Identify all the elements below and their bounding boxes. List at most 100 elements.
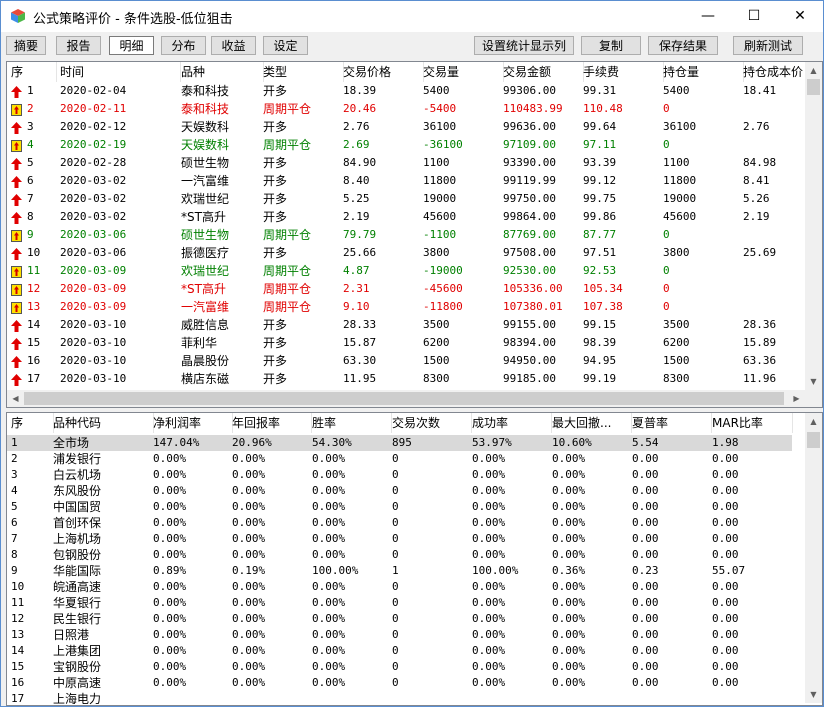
stat-row[interactable]: 4 东风股份 0.00% 0.00% 0.00% 0 0.00% 0.00% 0.00 0.00 <box>7 483 792 499</box>
close-button[interactable]: ✕ <box>777 1 823 32</box>
cell-cost: 84.98 <box>743 156 777 169</box>
stat-row[interactable]: 3 白云机场 0.00% 0.00% 0.00% 0 0.00% 0.00% 0.00 0.00 <box>7 467 792 483</box>
cell-amt: 93390.00 <box>503 156 556 169</box>
tab-summary[interactable]: 摘要 <box>6 36 46 55</box>
stat-cell: 0.00 <box>712 676 739 689</box>
stat-cell: 0.00% <box>232 500 266 513</box>
trade-row[interactable]: 1 2020-02-04 泰和科技 开多 18.39 5400 99306.00 99.31 5… <box>7 82 805 100</box>
stat-row[interactable]: 10 皖通高速 0.00% 0.00% 0.00% 0 0.00% 0.00% 0.00 0.00 <box>7 579 792 595</box>
scroll-down-arrow-icon[interactable]: ▼ <box>805 686 822 703</box>
stat-row[interactable]: 15 宝钢股份 0.00% 0.00% 0.00% 0 0.00% 0.00% 0.00 0.00 <box>7 659 792 675</box>
maximize-button[interactable]: ☐ <box>731 1 777 32</box>
trade-row[interactable]: 9 2020-03-06 硕世生物 周期平仓 79.79 -1100 87769.00 87.… <box>7 226 805 244</box>
cell-vol: 1500 <box>423 354 450 367</box>
cell-pos: 8300 <box>663 372 690 385</box>
trade-row[interactable]: 7 2020-03-02 欢瑞世纪 开多 5.25 19000 99750.00 99.75 1… <box>7 190 805 208</box>
stat-cell: 上海电力 <box>53 692 102 706</box>
tab-report[interactable]: 报告 <box>56 36 101 55</box>
refresh-test-button[interactable]: 刷新测试 <box>733 36 803 55</box>
stat-row[interactable]: 5 中国国贸 0.00% 0.00% 0.00% 0 0.00% 0.00% 0.00 0.00 <box>7 499 792 515</box>
stat-cell: 0.00 <box>712 644 739 657</box>
column-header: 品种 <box>181 62 264 82</box>
trade-row[interactable]: 10 2020-03-06 振德医疗 开多 25.66 3800 97508.00 97.51… <box>7 244 805 262</box>
stat-cell: 0.00% <box>232 452 266 465</box>
save-results-button[interactable]: 保存结果 <box>648 36 718 55</box>
trade-row[interactable]: 6 2020-03-02 一汽富维 开多 8.40 11800 99119.99 99.12 1… <box>7 172 805 190</box>
stat-cell: 0.00% <box>153 452 187 465</box>
tab-distribution[interactable]: 分布 <box>161 36 206 55</box>
stat-row[interactable]: 16 中原高速 0.00% 0.00% 0.00% 0 0.00% 0.00% 0.00 0.00 <box>7 675 792 691</box>
stat-row[interactable]: 14 上港集团 0.00% 0.00% 0.00% 0 0.00% 0.00% 0.00 0.00 <box>7 643 792 659</box>
trade-row[interactable]: 5 2020-02-28 硕世生物 开多 84.90 1100 93390.00 93.39 1… <box>7 154 805 172</box>
stat-row[interactable]: 7 上海机场 0.00% 0.00% 0.00% 0 0.00% 0.00% 0.00 0.00 <box>7 531 792 547</box>
stat-row[interactable]: 2 浦发银行 0.00% 0.00% 0.00% 0 0.00% 0.00% 0.00 0.00 <box>7 451 792 467</box>
vertical-scroll-thumb[interactable] <box>807 79 820 95</box>
trade-row[interactable]: 8 2020-03-02 *ST高升 开多 2.19 45600 99864.00 99.86… <box>7 208 805 226</box>
stat-row[interactable]: 13 日照港 0.00% 0.00% 0.00% 0 0.00% 0.00% 0.00 0.00 <box>7 627 792 643</box>
trade-row[interactable]: 11 2020-03-09 欢瑞世纪 周期平仓 4.87 -19000 92530.00 92… <box>7 262 805 280</box>
stat-cell: 0 <box>392 468 399 481</box>
copy-button[interactable]: 复制 <box>581 36 641 55</box>
stat-cell: 10.60% <box>552 436 592 449</box>
trade-row[interactable]: 15 2020-03-10 菲利华 开多 15.87 6200 98394.00 98.39 6… <box>7 334 805 352</box>
stat-row[interactable]: 1 全市场 147.04% 20.96% 54.30% 895 53.97% 10.60% 5.… <box>7 435 792 451</box>
cell-type: 开多 <box>263 246 288 260</box>
trade-row[interactable]: 14 2020-03-10 威胜信息 开多 28.33 3500 99155.00 99.15… <box>7 316 805 334</box>
scroll-left-arrow-icon[interactable]: ◀ <box>7 390 24 407</box>
cell-no: 10 <box>27 246 41 259</box>
horizontal-scroll-thumb[interactable] <box>24 392 784 405</box>
stat-cell <box>712 691 792 705</box>
scroll-down-arrow-icon[interactable]: ▼ <box>805 373 822 390</box>
stat-row[interactable]: 6 首创环保 0.00% 0.00% 0.00% 0 0.00% 0.00% 0.00 0.00 <box>7 515 792 531</box>
cell-type: 开多 <box>263 174 288 188</box>
statistics-table[interactable]: 序品种代码 净利润率 年回报率 胜率 交易次数 成功率 最大回撤... 夏普率 MAR比率 1 全市… <box>6 412 823 706</box>
cell-cost: 5.26 <box>743 192 770 205</box>
stat-row[interactable]: 11 华夏银行 0.00% 0.00% 0.00% 0 0.00% 0.00% 0.00 0.00 <box>7 595 792 611</box>
stat-cell: 日照港 <box>53 628 90 642</box>
stat-row[interactable]: 8 包钢股份 0.00% 0.00% 0.00% 0 0.00% 0.00% 0.00 0.00 <box>7 547 792 563</box>
stat-row[interactable]: 9 华能国际 0.89% 0.19% 100.00% 1 100.00% 0.36% 0.23 5… <box>7 563 792 579</box>
vertical-scrollbar[interactable]: ▲ ▼ <box>805 62 822 390</box>
scroll-up-arrow-icon[interactable]: ▲ <box>805 413 822 430</box>
vertical-scroll-thumb[interactable] <box>807 432 820 448</box>
stat-cell: 0.00 <box>632 548 659 561</box>
trade-row[interactable]: 12 2020-03-09 *ST高升 周期平仓 2.31 -45600 105336.00… <box>7 280 805 298</box>
trade-row[interactable]: 17 2020-03-10 横店东磁 开多 11.95 8300 99185.00 99.19… <box>7 370 805 388</box>
cell-name: 天娱数科 <box>181 120 230 134</box>
cell-price: 20.46 <box>343 102 377 115</box>
cell-price: 5.25 <box>343 192 370 205</box>
cell-name: 振德医疗 <box>181 246 230 260</box>
cell-date: 2020-03-06 <box>60 228 127 241</box>
scroll-right-arrow-icon[interactable]: ▶ <box>788 390 805 407</box>
stat-cell: 0 <box>392 548 399 561</box>
stat-cell: 7 <box>11 532 18 545</box>
minimize-button[interactable]: — <box>685 1 731 32</box>
cell-pos: 5400 <box>663 84 690 97</box>
cell-pos: 3800 <box>663 246 690 259</box>
trade-row[interactable]: 3 2020-02-12 天娱数科 开多 2.76 36100 99636.00 99.64 3… <box>7 118 805 136</box>
horizontal-scrollbar[interactable]: ◀ ▶ <box>7 390 805 407</box>
tab-details[interactable]: 明细 <box>109 36 154 55</box>
trade-row[interactable]: 4 2020-02-19 天娱数科 周期平仓 2.69 -36100 97109.00 97.… <box>7 136 805 154</box>
set-stat-columns-button[interactable]: 设置统计显示列 <box>474 36 574 55</box>
buy-arrow-icon <box>11 157 22 170</box>
cell-fee: 97.11 <box>583 138 617 151</box>
tab-returns[interactable]: 收益 <box>211 36 256 55</box>
vertical-scrollbar[interactable]: ▲ ▼ <box>805 413 822 703</box>
cell-cost <box>743 226 805 244</box>
trade-row[interactable]: 16 2020-03-10 晶晨股份 开多 63.30 1500 94950.00 94.95… <box>7 352 805 370</box>
stat-row[interactable]: 17 上海电力 <box>7 691 792 706</box>
trade-row[interactable]: 2 2020-02-11 泰和科技 周期平仓 20.46 -5400 110483.99 11… <box>7 100 805 118</box>
cell-type: 开多 <box>263 84 288 98</box>
stat-cell: 895 <box>392 436 412 449</box>
trade-details-table[interactable]: 序时间 品种 类型 交易价格 交易量 交易金额 手续费 持仓量 持仓成本价 1 2020-02-04… <box>6 61 823 408</box>
column-header: 净利润率 <box>153 413 233 433</box>
cell-amt: 99864.00 <box>503 210 556 223</box>
stat-cell: 147.04% <box>153 436 200 449</box>
column-header: 成功率 <box>472 413 552 433</box>
tab-settings[interactable]: 设定 <box>263 36 308 55</box>
scroll-up-arrow-icon[interactable]: ▲ <box>805 62 822 79</box>
trade-row[interactable]: 13 2020-03-09 一汽富维 周期平仓 9.10 -11800 107380.01 1… <box>7 298 805 316</box>
cell-pos: 0 <box>663 300 670 313</box>
stat-row[interactable]: 12 民生银行 0.00% 0.00% 0.00% 0 0.00% 0.00% 0.00 0.00 <box>7 611 792 627</box>
